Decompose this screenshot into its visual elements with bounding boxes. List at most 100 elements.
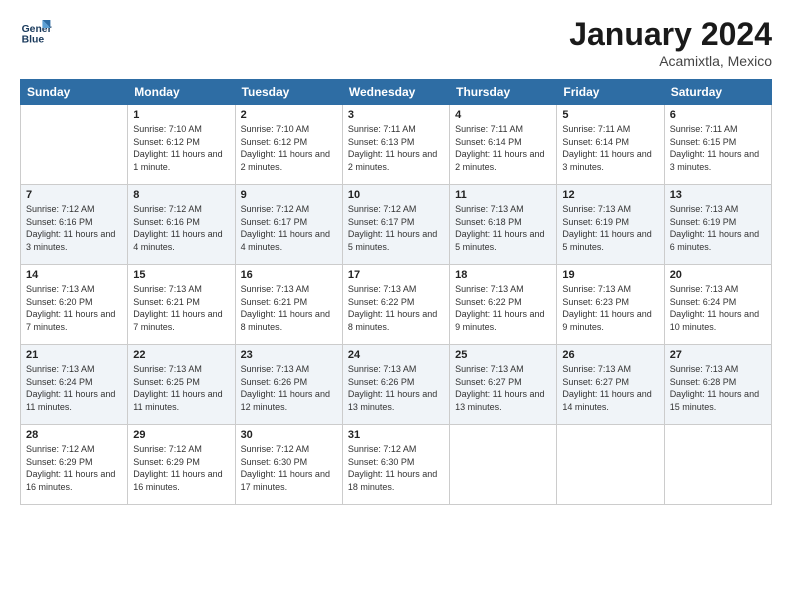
day-number: 15 (133, 269, 229, 281)
day-number: 27 (670, 349, 766, 361)
day-cell: 4 Sunrise: 7:11 AMSunset: 6:14 PMDaylight… (450, 105, 557, 185)
day-info: Sunrise: 7:13 AMSunset: 6:22 PMDaylight:… (455, 283, 551, 333)
day-info: Sunrise: 7:13 AMSunset: 6:27 PMDaylight:… (562, 363, 658, 413)
header: General Blue January 2024 Acamixtla, Mex… (20, 16, 772, 69)
day-info: Sunrise: 7:13 AMSunset: 6:21 PMDaylight:… (241, 283, 337, 333)
day-cell: 27 Sunrise: 7:13 AMSunset: 6:28 PMDayligh… (664, 345, 771, 425)
day-number: 28 (26, 429, 122, 441)
day-cell: 7 Sunrise: 7:12 AMSunset: 6:16 PMDaylight… (21, 185, 128, 265)
day-info: Sunrise: 7:12 AMSunset: 6:29 PMDaylight:… (133, 443, 229, 493)
week-row-3: 14 Sunrise: 7:13 AMSunset: 6:20 PMDayligh… (21, 265, 772, 345)
day-info: Sunrise: 7:11 AMSunset: 6:15 PMDaylight:… (670, 123, 766, 173)
calendar-body: 1Sunrise: 7:10 AMSunset: 6:12 PMDaylight… (21, 105, 772, 505)
day-number: 9 (241, 189, 337, 201)
day-cell: 13 Sunrise: 7:13 AMSunset: 6:19 PMDayligh… (664, 185, 771, 265)
day-number: 31 (348, 429, 444, 441)
day-info: Sunrise: 7:13 AMSunset: 6:26 PMDaylight:… (348, 363, 444, 413)
day-info: Sunrise: 7:13 AMSunset: 6:19 PMDaylight:… (670, 203, 766, 253)
day-number: 18 (455, 269, 551, 281)
day-number: 20 (670, 269, 766, 281)
day-cell: 3Sunrise: 7:11 AMSunset: 6:13 PMDaylight… (342, 105, 449, 185)
day-info: Sunrise: 7:12 AMSunset: 6:16 PMDaylight:… (133, 203, 229, 253)
day-number: 19 (562, 269, 658, 281)
day-cell: 21 Sunrise: 7:13 AMSunset: 6:24 PMDayligh… (21, 345, 128, 425)
col-thursday: Thursday (450, 80, 557, 105)
day-number: 5 (562, 109, 658, 121)
day-number: 10 (348, 189, 444, 201)
day-info: Sunrise: 7:13 AMSunset: 6:18 PMDaylight:… (455, 203, 551, 253)
logo: General Blue (20, 16, 52, 48)
col-monday: Monday (128, 80, 235, 105)
day-cell: 6 Sunrise: 7:11 AMSunset: 6:15 PMDaylight… (664, 105, 771, 185)
day-cell: 15 Sunrise: 7:13 AMSunset: 6:21 PMDayligh… (128, 265, 235, 345)
week-row-1: 1Sunrise: 7:10 AMSunset: 6:12 PMDaylight… (21, 105, 772, 185)
header-row: Sunday Monday Tuesday Wednesday Thursday… (21, 80, 772, 105)
day-info: Sunrise: 7:13 AMSunset: 6:20 PMDaylight:… (26, 283, 122, 333)
day-cell: 2Sunrise: 7:10 AMSunset: 6:12 PMDaylight… (235, 105, 342, 185)
day-info: Sunrise: 7:13 AMSunset: 6:21 PMDaylight:… (133, 283, 229, 333)
day-cell (664, 425, 771, 505)
day-number: 26 (562, 349, 658, 361)
subtitle: Acamixtla, Mexico (569, 53, 772, 69)
day-cell: 25Sunrise: 7:13 AMSunset: 6:27 PMDayligh… (450, 345, 557, 425)
day-number: 7 (26, 189, 122, 201)
day-info: Sunrise: 7:13 AMSunset: 6:22 PMDaylight:… (348, 283, 444, 333)
day-info: Sunrise: 7:13 AMSunset: 6:24 PMDaylight:… (670, 283, 766, 333)
day-number: 16 (241, 269, 337, 281)
col-saturday: Saturday (664, 80, 771, 105)
day-number: 30 (241, 429, 337, 441)
logo-icon: General Blue (20, 16, 52, 48)
day-cell: 10 Sunrise: 7:12 AMSunset: 6:17 PMDayligh… (342, 185, 449, 265)
day-info: Sunrise: 7:13 AMSunset: 6:24 PMDaylight:… (26, 363, 122, 413)
day-number: 14 (26, 269, 122, 281)
day-cell: 20 Sunrise: 7:13 AMSunset: 6:24 PMDayligh… (664, 265, 771, 345)
day-info: Sunrise: 7:12 AMSunset: 6:17 PMDaylight:… (348, 203, 444, 253)
week-row-5: 28 Sunrise: 7:12 AMSunset: 6:29 PMDayligh… (21, 425, 772, 505)
day-info: Sunrise: 7:13 AMSunset: 6:25 PMDaylight:… (133, 363, 229, 413)
day-cell (557, 425, 664, 505)
day-number: 4 (455, 109, 551, 121)
day-info: Sunrise: 7:11 AMSunset: 6:14 PMDaylight:… (455, 123, 551, 173)
day-info: Sunrise: 7:12 AMSunset: 6:17 PMDaylight:… (241, 203, 337, 253)
col-sunday: Sunday (21, 80, 128, 105)
day-cell: 1Sunrise: 7:10 AMSunset: 6:12 PMDaylight… (128, 105, 235, 185)
day-cell: 16 Sunrise: 7:13 AMSunset: 6:21 PMDayligh… (235, 265, 342, 345)
day-cell: 30 Sunrise: 7:12 AMSunset: 6:30 PMDayligh… (235, 425, 342, 505)
day-cell: 8Sunrise: 7:12 AMSunset: 6:16 PMDaylight… (128, 185, 235, 265)
calendar-header: Sunday Monday Tuesday Wednesday Thursday… (21, 80, 772, 105)
day-info: Sunrise: 7:12 AMSunset: 6:30 PMDaylight:… (348, 443, 444, 493)
day-number: 11 (455, 189, 551, 201)
day-cell (21, 105, 128, 185)
month-title: January 2024 (569, 16, 772, 53)
day-info: Sunrise: 7:12 AMSunset: 6:16 PMDaylight:… (26, 203, 122, 253)
day-cell: 12Sunrise: 7:13 AMSunset: 6:19 PMDayligh… (557, 185, 664, 265)
week-row-4: 21 Sunrise: 7:13 AMSunset: 6:24 PMDayligh… (21, 345, 772, 425)
day-number: 13 (670, 189, 766, 201)
day-info: Sunrise: 7:12 AMSunset: 6:30 PMDaylight:… (241, 443, 337, 493)
calendar-page: General Blue January 2024 Acamixtla, Mex… (0, 0, 792, 612)
day-cell: 17Sunrise: 7:13 AMSunset: 6:22 PMDayligh… (342, 265, 449, 345)
day-info: Sunrise: 7:11 AMSunset: 6:14 PMDaylight:… (562, 123, 658, 173)
day-number: 24 (348, 349, 444, 361)
day-info: Sunrise: 7:11 AMSunset: 6:13 PMDaylight:… (348, 123, 444, 173)
day-cell: 9 Sunrise: 7:12 AMSunset: 6:17 PMDaylight… (235, 185, 342, 265)
day-number: 1 (133, 109, 229, 121)
day-cell: 5 Sunrise: 7:11 AMSunset: 6:14 PMDaylight… (557, 105, 664, 185)
day-cell: 26 Sunrise: 7:13 AMSunset: 6:27 PMDayligh… (557, 345, 664, 425)
col-friday: Friday (557, 80, 664, 105)
week-row-2: 7 Sunrise: 7:12 AMSunset: 6:16 PMDaylight… (21, 185, 772, 265)
day-info: Sunrise: 7:13 AMSunset: 6:27 PMDaylight:… (455, 363, 551, 413)
day-cell: 29Sunrise: 7:12 AMSunset: 6:29 PMDayligh… (128, 425, 235, 505)
day-number: 23 (241, 349, 337, 361)
day-cell: 23Sunrise: 7:13 AMSunset: 6:26 PMDayligh… (235, 345, 342, 425)
day-number: 21 (26, 349, 122, 361)
day-number: 6 (670, 109, 766, 121)
col-wednesday: Wednesday (342, 80, 449, 105)
calendar-table: Sunday Monday Tuesday Wednesday Thursday… (20, 79, 772, 505)
day-cell: 24 Sunrise: 7:13 AMSunset: 6:26 PMDayligh… (342, 345, 449, 425)
day-cell: 31 Sunrise: 7:12 AMSunset: 6:30 PMDayligh… (342, 425, 449, 505)
title-block: January 2024 Acamixtla, Mexico (569, 16, 772, 69)
day-info: Sunrise: 7:13 AMSunset: 6:28 PMDaylight:… (670, 363, 766, 413)
svg-text:Blue: Blue (22, 34, 45, 45)
day-cell: 28Sunrise: 7:12 AMSunset: 6:29 PMDayligh… (21, 425, 128, 505)
